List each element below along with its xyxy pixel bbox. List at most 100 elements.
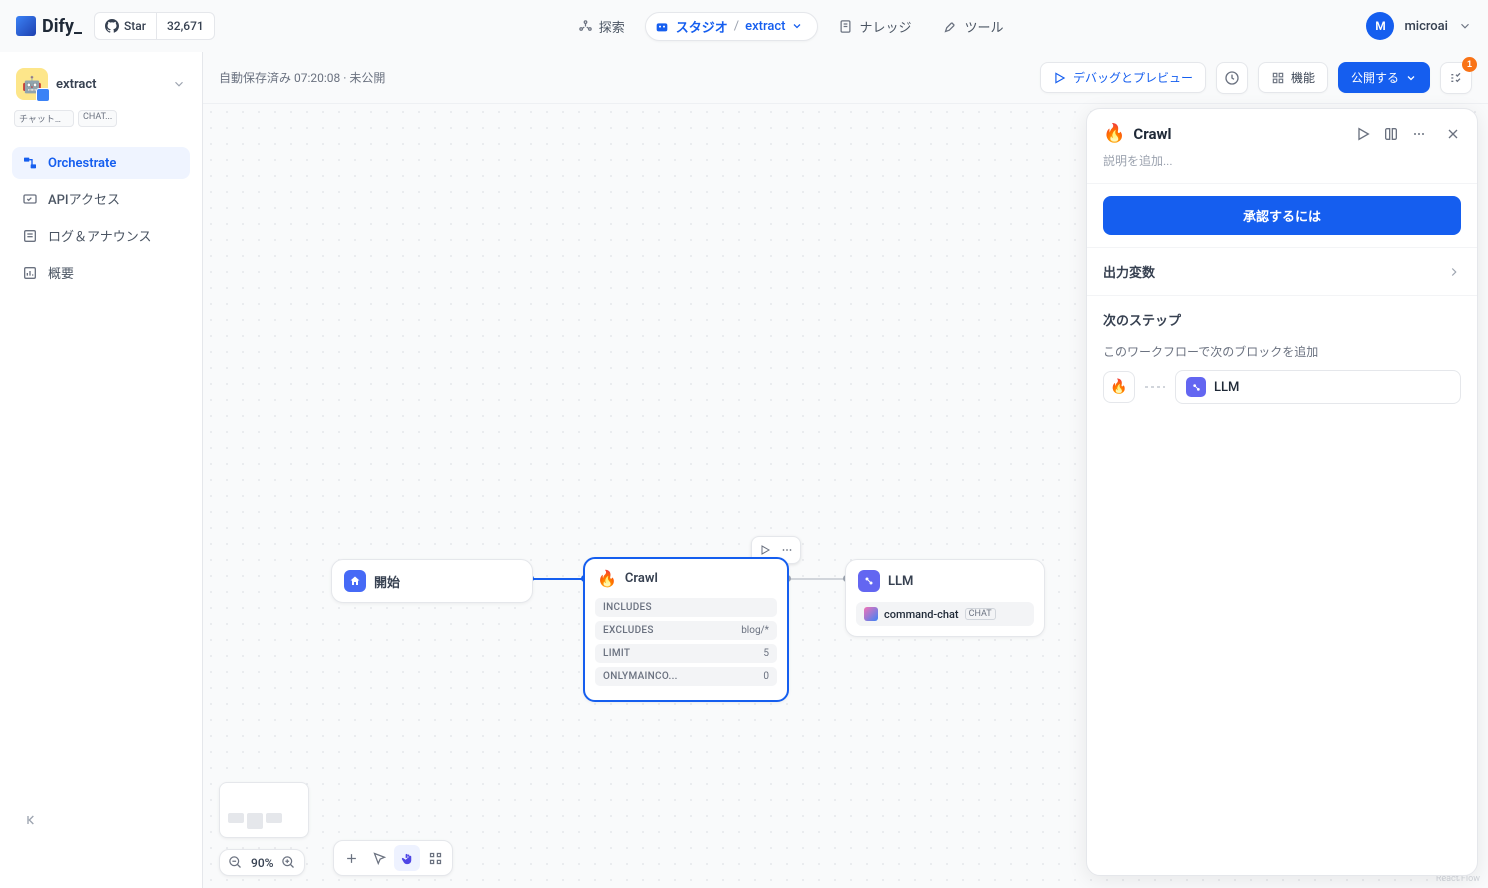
model-tag: CHAT (965, 608, 996, 620)
grid-icon (1271, 71, 1285, 85)
minimap[interactable] (219, 782, 309, 838)
nav-explore[interactable]: 探索 (566, 11, 637, 42)
top-nav: Dify_ Star 32,671 探索 スタジオ / extract ナレッジ… (0, 0, 1488, 52)
zoom-level: 90% (251, 856, 273, 870)
chevron-right-icon (1447, 265, 1461, 279)
organize-button[interactable] (422, 845, 448, 871)
zoom-out-icon[interactable] (228, 855, 243, 870)
history-button[interactable] (1216, 62, 1248, 94)
robot-icon (654, 18, 670, 34)
next-source-icon: 🔥 (1103, 371, 1135, 403)
nav-tools[interactable]: ツール (931, 11, 1015, 42)
knowledge-icon (838, 19, 853, 34)
debug-icon (1053, 71, 1067, 85)
nav-app-name: extract (745, 19, 785, 34)
param-row: ONLYMAINCO...0 (595, 667, 777, 686)
next-step-description: このワークフローで次のブロックを追加 (1087, 343, 1477, 370)
panel-docs-button[interactable] (1383, 126, 1399, 142)
tools-icon (943, 19, 958, 34)
nav-center: 探索 スタジオ / extract ナレッジ ツール (227, 11, 1355, 42)
cursor-tool[interactable] (366, 845, 392, 871)
edge-crawl-llm (788, 578, 846, 580)
app-header[interactable]: 🤖 extract (12, 64, 190, 104)
app-name: extract (56, 77, 164, 92)
model-row: command-chat CHAT (856, 602, 1034, 626)
sidebar-item-logs[interactable]: ログ＆アナウンス (12, 218, 190, 253)
github-star-label: Star (95, 19, 156, 33)
user-name: microai (1404, 19, 1448, 34)
chevron-down-icon (791, 20, 803, 32)
param-row: EXCLUDESblog/* (595, 621, 777, 640)
llm-icon (1186, 377, 1206, 397)
chevron-down-icon[interactable] (172, 77, 186, 91)
features-button[interactable]: 機能 (1258, 62, 1328, 93)
debug-preview-button[interactable]: デバッグとプレビュー (1040, 62, 1206, 93)
canvas-toolbar: 自動保存済み 07:20:08 · 未公開 デバッグとプレビュー 機能 公開する (203, 52, 1488, 104)
node-start[interactable]: 開始 (331, 559, 533, 603)
node-start-title: 開始 (374, 572, 400, 591)
edge-start-crawl (531, 578, 584, 580)
logs-icon (22, 228, 38, 244)
home-icon (344, 570, 366, 592)
canvas-controls (333, 840, 453, 876)
fire-icon: 🔥 (597, 569, 617, 588)
node-crawl[interactable]: 🔥 Crawl INCLUDES EXCLUDESblog/* LIMIT5 O… (583, 557, 789, 702)
logo-mark-icon (16, 16, 36, 36)
sidebar-item-api[interactable]: APIアクセス (12, 181, 190, 216)
node-detail-panel: 🔥 Crawl 説明を追加... 承認するには 出力変数 次のステップ このワー… (1086, 108, 1478, 876)
orchestrate-icon (22, 155, 38, 171)
github-icon (105, 19, 119, 33)
approve-button[interactable]: 承認するには (1103, 196, 1461, 235)
panel-run-button[interactable] (1355, 126, 1371, 142)
param-row: LIMIT5 (595, 644, 777, 663)
app-tags: チャットボット CHAT... (12, 110, 190, 127)
save-status: 自動保存済み 07:20:08 · 未公開 (219, 69, 1030, 86)
node-llm[interactable]: LLM command-chat CHAT (845, 559, 1045, 637)
nav-knowledge[interactable]: ナレッジ (826, 11, 923, 42)
github-star-count: 32,671 (156, 13, 214, 39)
panel-description[interactable]: 説明を追加... (1087, 152, 1477, 183)
chevron-down-icon (1405, 72, 1417, 84)
add-node-button[interactable] (338, 845, 364, 871)
checklist-icon (1448, 70, 1464, 86)
panel-more-button[interactable] (1411, 126, 1427, 142)
github-star-badge[interactable]: Star 32,671 (94, 12, 215, 40)
sidebar-item-overview[interactable]: 概要 (12, 255, 190, 290)
output-vars-section[interactable]: 出力変数 (1087, 247, 1477, 295)
collapse-icon (24, 812, 40, 828)
chevron-down-icon[interactable] (1458, 19, 1472, 33)
api-icon (22, 191, 38, 207)
checklist-button[interactable] (1440, 62, 1472, 94)
fire-icon: 🔥 (1103, 123, 1125, 144)
model-icon (864, 607, 878, 621)
left-sidebar: 🤖 extract チャットボット CHAT... Orchestrate AP… (0, 52, 203, 888)
tag: チャットボット (14, 110, 74, 127)
nav-studio-label: スタジオ (676, 17, 728, 36)
node-llm-title: LLM (888, 574, 913, 589)
overview-icon (22, 265, 38, 281)
brand-text: Dify_ (42, 16, 82, 37)
zoom-in-icon[interactable] (281, 855, 296, 870)
next-block-llm[interactable]: LLM (1175, 370, 1461, 404)
next-connector (1145, 386, 1165, 388)
publish-button[interactable]: 公開する (1338, 62, 1430, 93)
nav-studio-pill[interactable]: スタジオ / extract (645, 12, 819, 41)
model-name: command-chat (884, 608, 959, 621)
param-row: INCLUDES (595, 598, 777, 617)
logo[interactable]: Dify_ (16, 16, 82, 37)
hand-tool[interactable] (394, 845, 420, 871)
node-crawl-title: Crawl (625, 571, 658, 586)
next-step-section: 次のステップ (1087, 295, 1477, 343)
next-step-row: 🔥 LLM (1087, 370, 1477, 404)
user-avatar[interactable]: M (1366, 12, 1394, 40)
nav-right: M microai (1366, 12, 1472, 40)
panel-title: Crawl (1133, 125, 1347, 143)
llm-icon (858, 570, 880, 592)
panel-close-button[interactable] (1445, 126, 1461, 142)
explore-icon (578, 19, 593, 34)
zoom-controls: 90% (219, 849, 305, 876)
history-icon (1224, 70, 1240, 86)
tag: CHAT... (78, 110, 117, 127)
sidebar-item-orchestrate[interactable]: Orchestrate (12, 147, 190, 179)
sidebar-collapse-button[interactable] (24, 812, 40, 828)
